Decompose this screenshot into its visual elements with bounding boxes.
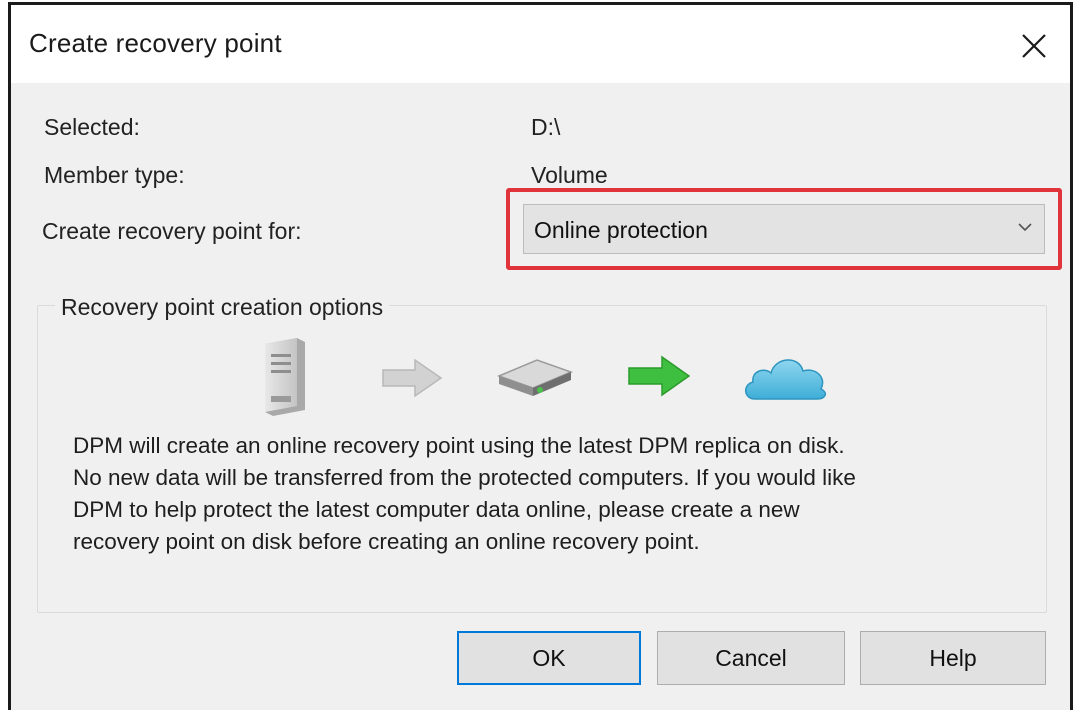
cloud-icon	[745, 359, 827, 400]
recovery-point-type-select[interactable]: Online protection	[523, 204, 1045, 254]
description-line: recovery point on disk before creating a…	[73, 529, 700, 554]
frame-edge	[8, 2, 11, 710]
green-arrow-icon	[628, 355, 691, 397]
description: DPM will create an online recovery point…	[73, 430, 1033, 558]
description-line: DPM to help protect the latest computer …	[73, 497, 800, 522]
frame-edge	[8, 2, 1072, 5]
server-icon	[265, 338, 305, 416]
help-button[interactable]: Help	[860, 631, 1046, 685]
member-type-label: Member type:	[44, 162, 185, 188]
close-button[interactable]	[1011, 23, 1057, 69]
title-bar: Create recovery point	[11, 5, 1070, 83]
description-line: No new data will be transferred from the…	[73, 465, 856, 490]
select-value: Online protection	[534, 217, 708, 243]
dialog-title: Create recovery point	[29, 28, 282, 58]
gray-arrow-icon	[382, 358, 443, 398]
screenshot: Create recovery point Selected: D:\ Memb…	[0, 0, 1074, 710]
member-type-value: Volume	[531, 162, 608, 188]
disk-drive-icon	[496, 359, 574, 396]
group-title: Recovery point creation options	[55, 294, 390, 321]
description-line: DPM will create an online recovery point…	[73, 433, 845, 458]
selected-label: Selected:	[44, 114, 140, 140]
frame-edge	[1070, 2, 1073, 710]
cancel-button[interactable]: Cancel	[657, 631, 845, 685]
dialog-body: Selected: D:\ Member type: Volume Create…	[11, 83, 1070, 710]
selected-value: D:\	[531, 114, 561, 140]
chevron-down-icon	[1018, 223, 1032, 232]
close-icon	[1022, 34, 1046, 58]
create-for-label: Create recovery point for:	[42, 218, 302, 244]
ok-button[interactable]: OK	[457, 631, 641, 685]
